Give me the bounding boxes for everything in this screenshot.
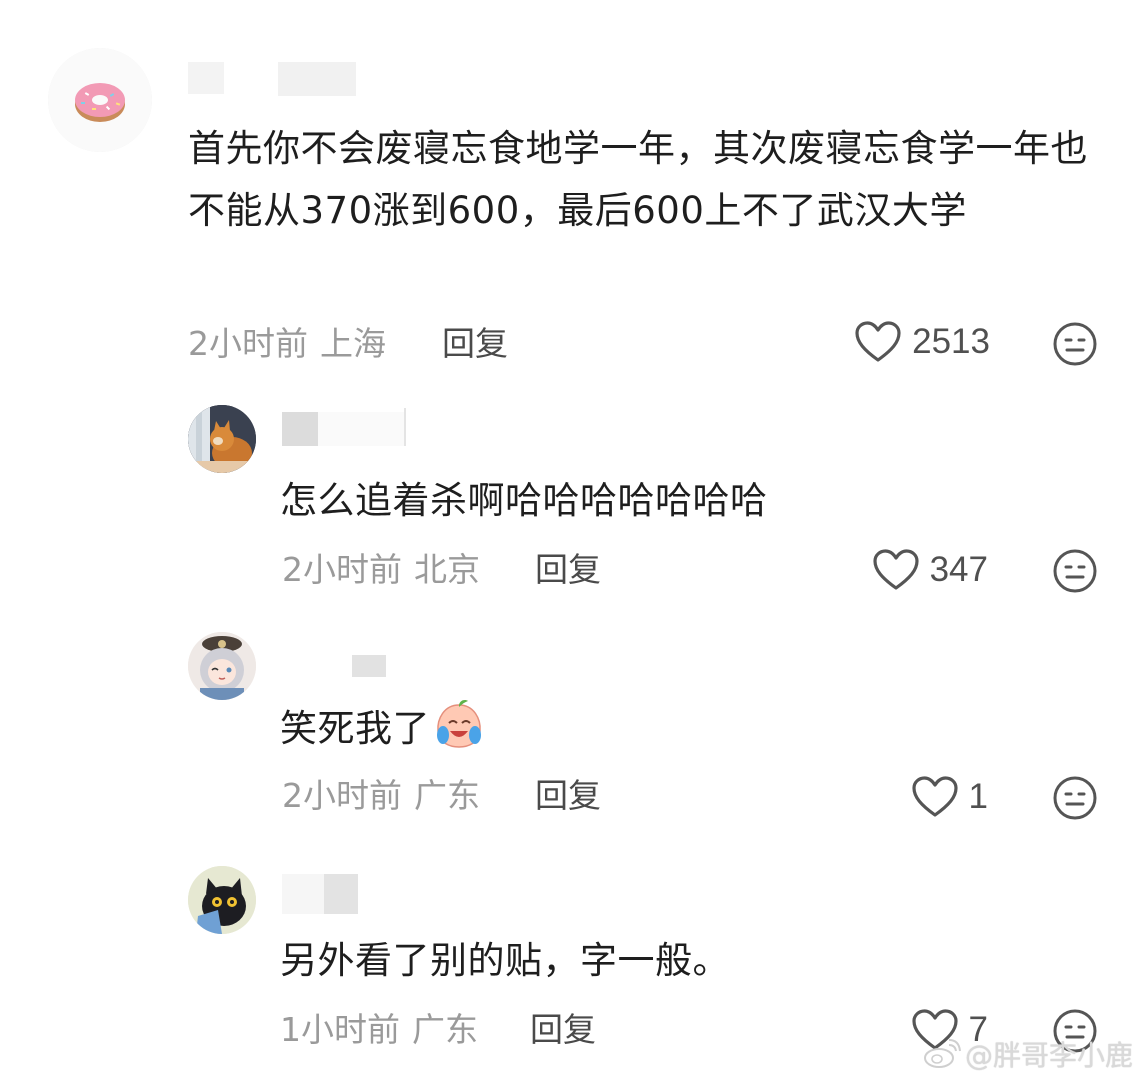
watermark: @胖哥李小鹿 (923, 1034, 1133, 1074)
comment-time: 2小时前 (188, 324, 308, 363)
heart-icon (855, 321, 901, 362)
meh-face-icon (1053, 549, 1097, 593)
comment-location: 上海 (320, 324, 386, 363)
like-button[interactable]: 2513 (854, 320, 990, 364)
comment-meta: 2小时前 北京 (282, 550, 480, 590)
like-button[interactable]: 347 (872, 548, 988, 592)
comment-meta: 2小时前 广东 (282, 776, 480, 816)
heart-icon (872, 549, 919, 590)
donut-icon (48, 48, 152, 152)
reply-button[interactable]: 回复 (530, 1010, 596, 1050)
dislike-button[interactable] (1052, 775, 1098, 821)
comment-text: 另外看了别的贴，字一般。 (280, 939, 730, 982)
comment-time: 2小时前 (282, 550, 402, 589)
comment-text: 首先你不会废寝忘食地学一年，其次废寝忘食学一年也不能从370涨到600，最后60… (188, 127, 1088, 232)
comment-meta: 1小时前 广东 (280, 1010, 478, 1050)
anime-girl-avatar (188, 632, 256, 700)
comment-text-body: 笑死我了 (280, 707, 430, 750)
comment-time: 1小时前 (280, 1010, 400, 1049)
comment-text: 怎么追着杀啊哈哈哈哈哈哈哈 (280, 479, 768, 522)
weibo-logo-icon (923, 1039, 961, 1068)
dislike-button[interactable] (1052, 321, 1098, 367)
avatar[interactable] (188, 866, 256, 934)
username-redacted[interactable] (188, 62, 358, 96)
like-count: 1 (968, 777, 988, 816)
comment-text: 笑死我了 (280, 698, 880, 760)
heart-icon (911, 776, 958, 817)
meh-face-icon (1053, 322, 1097, 366)
comment-location: 北京 (414, 550, 480, 589)
username-redacted[interactable] (282, 874, 372, 914)
meh-face-icon (1053, 776, 1097, 820)
username-redacted[interactable] (282, 655, 392, 685)
avatar[interactable] (48, 48, 152, 152)
comment-location: 广东 (412, 1010, 478, 1049)
reply-button[interactable]: 回复 (535, 550, 601, 590)
like-count: 347 (929, 550, 988, 589)
comment-time: 2小时前 (282, 776, 402, 815)
laughing-crying-peach-emoji (432, 699, 486, 748)
watermark-text: @胖哥李小鹿 (964, 1039, 1133, 1072)
comment-meta: 2小时前 上海 (188, 324, 386, 364)
cat-photo-avatar (188, 405, 256, 473)
black-cat-avatar (188, 866, 256, 934)
avatar[interactable] (188, 632, 256, 700)
like-button[interactable]: 1 (911, 775, 988, 819)
reply-button[interactable]: 回复 (535, 776, 601, 816)
comment-location: 广东 (414, 776, 480, 815)
reply-button[interactable]: 回复 (442, 324, 508, 364)
username-redacted[interactable] (282, 408, 412, 446)
dislike-button[interactable] (1052, 548, 1098, 594)
like-count: 2513 (912, 322, 990, 361)
avatar[interactable] (188, 405, 256, 473)
